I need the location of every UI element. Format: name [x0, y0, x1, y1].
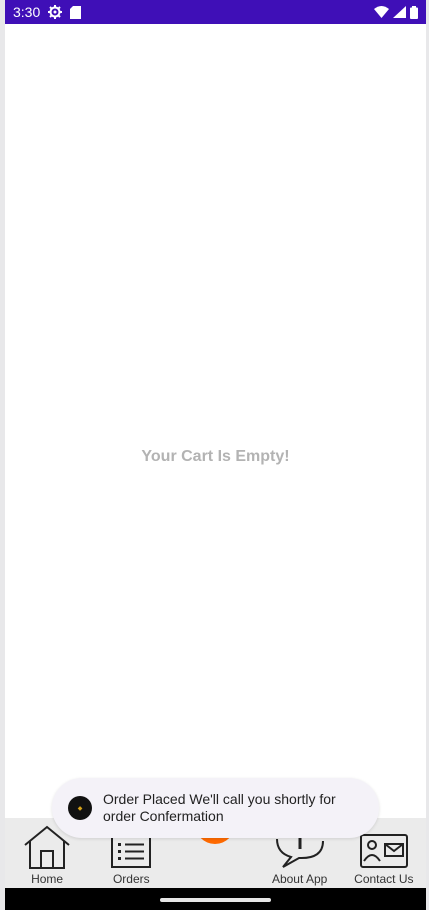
- system-navigation-bar: [5, 888, 426, 910]
- nav-label-contact-us: Contact Us: [354, 872, 414, 886]
- empty-cart-message: Your Cart Is Empty!: [141, 448, 290, 465]
- orders-list-icon: [111, 834, 152, 868]
- home-gesture-handle[interactable]: [160, 898, 271, 902]
- app-logo-icon: ◆: [68, 796, 92, 820]
- nav-label-orders: Orders: [112, 872, 150, 886]
- toast-message: Order Placed We'll call you shortly for …: [103, 791, 336, 824]
- status-time: 3:30: [13, 4, 41, 20]
- wifi-icon: [374, 6, 389, 18]
- settings-gear-icon: [48, 5, 63, 19]
- contact-card-icon: [359, 834, 408, 868]
- nav-label-home: Home: [31, 872, 64, 886]
- cart-content: Your Cart Is Empty!: [5, 24, 426, 818]
- nav-label-about-app: About App: [271, 872, 328, 886]
- nav-item-orders[interactable]: Orders: [91, 833, 171, 886]
- nav-item-contact-us[interactable]: Contact Us: [344, 831, 424, 886]
- battery-icon: [410, 5, 418, 19]
- toast-notification: ◆ Order Placed We'll call you shortly fo…: [52, 778, 379, 838]
- status-bar: 3:30: [5, 0, 426, 24]
- signal-icon: [393, 6, 406, 18]
- sd-card-icon: [70, 5, 82, 19]
